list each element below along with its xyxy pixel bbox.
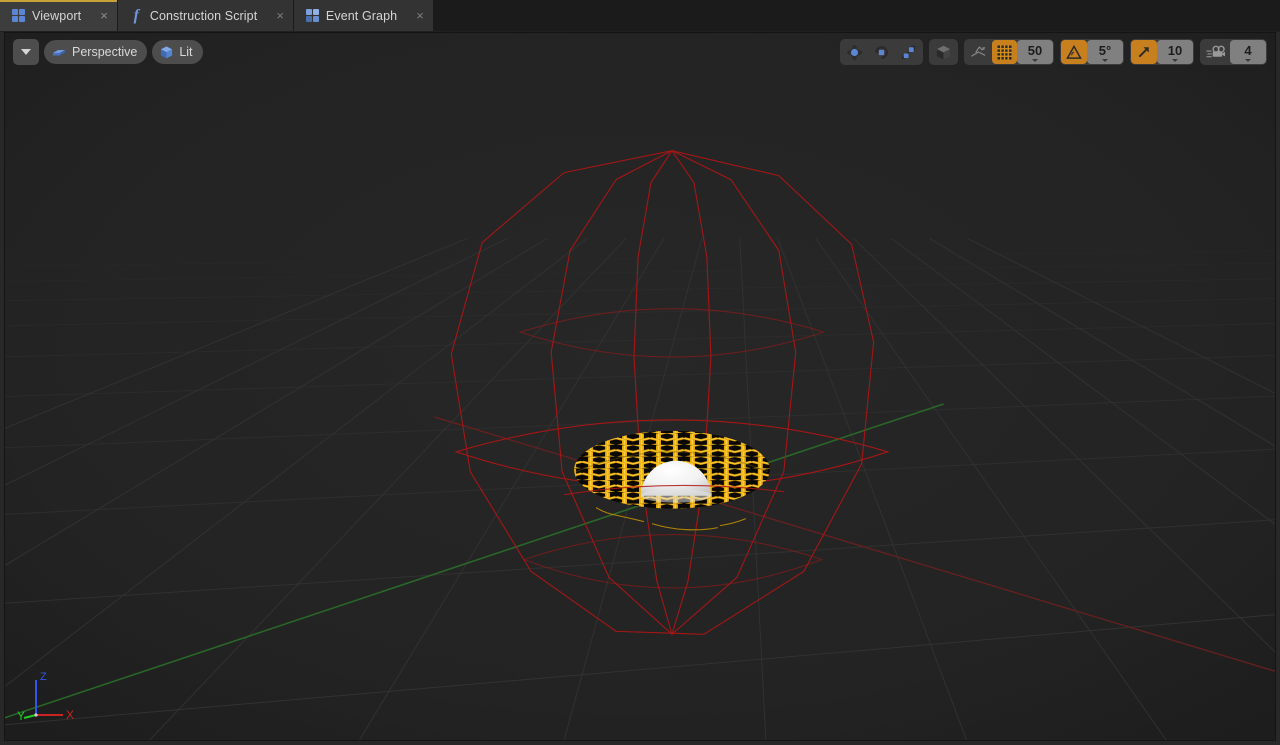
rotate-tool-button[interactable]	[868, 40, 895, 64]
viewport-3d[interactable]: Perspective Lit 50 5° 10 4 Z X Y	[4, 32, 1276, 741]
move-arrows-icon	[846, 43, 863, 61]
tab-viewport-close-icon[interactable]: ×	[88, 9, 108, 22]
camera-mode-button[interactable]: Perspective	[44, 40, 148, 64]
rotate-icon	[875, 45, 888, 59]
grid-snap-value[interactable]: 50	[1017, 40, 1053, 64]
tab-event-graph-close-icon[interactable]: ×	[404, 9, 424, 22]
camera-icon	[53, 50, 65, 56]
cube-solid-icon	[936, 45, 951, 59]
camera-mode-label: Perspective	[72, 45, 138, 59]
view-mode-label: Lit	[179, 45, 193, 59]
grid-four-squares-icon	[12, 9, 25, 22]
scale-snap-group: 10	[1130, 39, 1194, 65]
tab-viewport[interactable]: Viewport ×	[0, 0, 118, 31]
grid-snap-group: 50	[964, 39, 1054, 65]
scene-render	[5, 33, 1275, 740]
scale-snap-toggle[interactable]	[1131, 40, 1157, 64]
grid-four-squares-icon	[305, 9, 319, 22]
surface-snap-icon	[971, 45, 986, 57]
angle-icon	[1066, 44, 1082, 59]
viewport-toolbar-left: Perspective Lit	[13, 39, 203, 65]
scale-icon	[901, 44, 916, 60]
tab-viewport-label: Viewport	[32, 8, 82, 23]
translate-tool-button[interactable]	[841, 40, 868, 64]
tab-construction-script-label: Construction Script	[149, 8, 258, 23]
grid-snap-value-text: 50	[1027, 43, 1043, 58]
world-space-button[interactable]	[930, 40, 957, 64]
scale-tool-button[interactable]	[895, 40, 922, 64]
grid-snap-toggle[interactable]	[992, 40, 1017, 64]
camera-speed-value-text: 4	[1244, 43, 1252, 58]
tab-construction-script[interactable]: f Construction Script ×	[117, 0, 294, 31]
editor-tab-bar: Viewport × f Construction Script × Event…	[0, 0, 1280, 32]
chevron-down-icon	[1172, 59, 1178, 62]
tab-event-graph[interactable]: Event Graph ×	[293, 0, 434, 31]
angle-snap-toggle[interactable]	[1061, 40, 1087, 64]
function-f-icon: f	[133, 6, 139, 24]
movie-camera-icon	[1206, 45, 1225, 58]
viewport-options-button[interactable]	[13, 39, 39, 65]
camera-speed-value[interactable]: 4	[1230, 40, 1266, 64]
chevron-down-icon	[21, 49, 31, 55]
cube-icon	[161, 45, 173, 58]
diagonal-arrow-icon	[1138, 47, 1149, 58]
angle-snap-value-text: 5°	[1098, 43, 1112, 58]
scale-snap-value-text: 10	[1167, 43, 1183, 58]
camera-speed-group: 4	[1200, 39, 1267, 65]
transform-tools-group	[840, 39, 923, 65]
view-mode-button[interactable]: Lit	[152, 40, 203, 64]
angle-snap-value[interactable]: 5°	[1087, 40, 1123, 64]
viewport-toolbar-right: 50 5° 10 4	[840, 39, 1267, 65]
coordinate-system-group	[929, 39, 958, 65]
chevron-down-icon	[1245, 59, 1251, 62]
chevron-down-icon	[1032, 59, 1038, 62]
camera-speed-button[interactable]	[1201, 40, 1230, 64]
surface-snapping-button[interactable]	[965, 40, 992, 64]
tab-construction-script-close-icon[interactable]: ×	[264, 9, 284, 22]
angle-snap-group: 5°	[1060, 39, 1124, 65]
scale-snap-value[interactable]: 10	[1157, 40, 1193, 64]
tab-event-graph-label: Event Graph	[325, 8, 398, 23]
blueprint-editor-window: Viewport × f Construction Script × Event…	[0, 0, 1280, 745]
chevron-down-icon	[1102, 59, 1108, 62]
grid-icon	[997, 44, 1012, 60]
